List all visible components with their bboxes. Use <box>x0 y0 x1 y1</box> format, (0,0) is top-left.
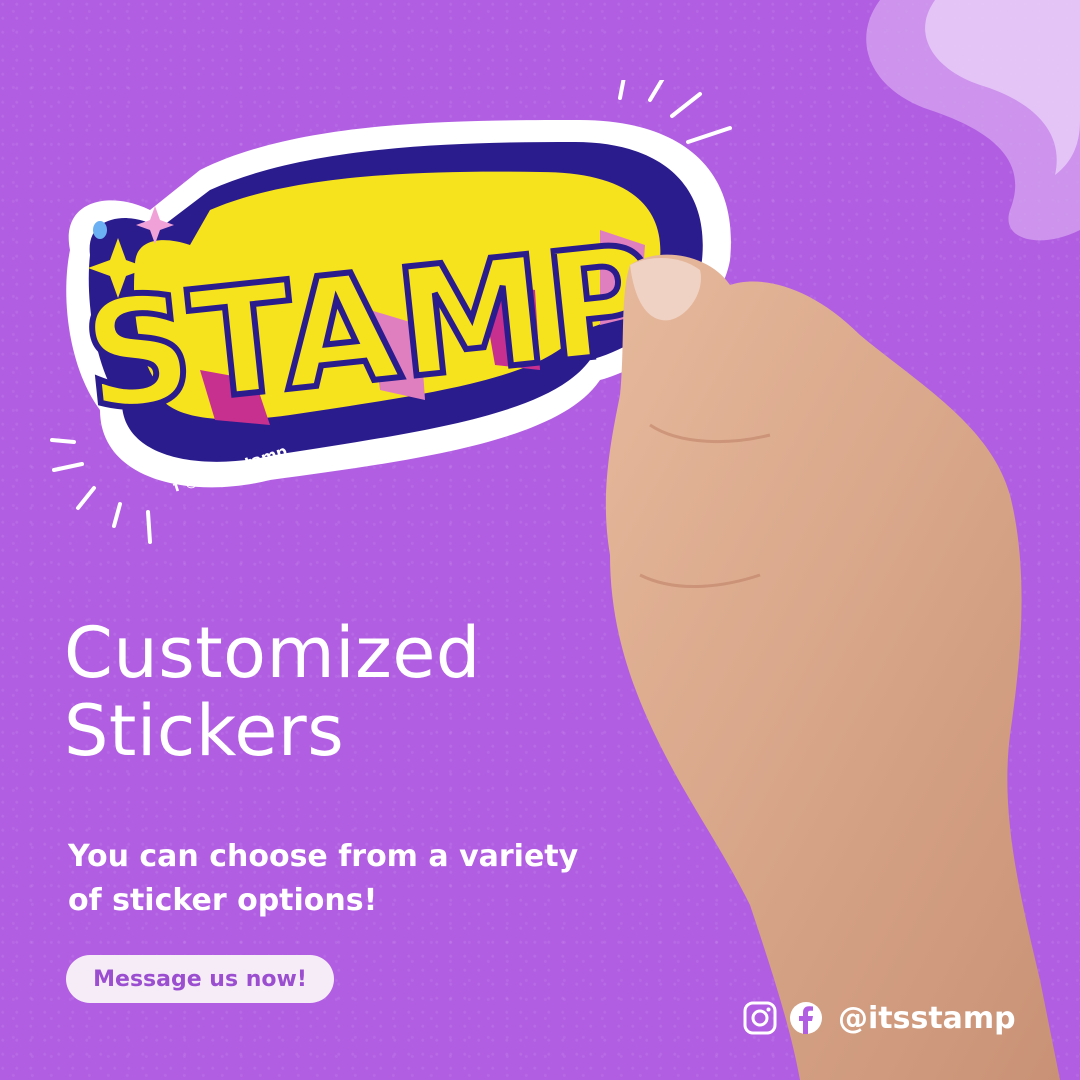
facebook-icon[interactable] <box>788 1000 824 1036</box>
subtitle-text: You can choose from a variety of sticker… <box>68 839 579 918</box>
headline: Customized Stickers <box>64 614 481 770</box>
instagram-icon[interactable] <box>742 1000 778 1036</box>
social-handle-row: @itsstamp <box>742 998 1016 1038</box>
hand-illustration <box>605 254 1060 1080</box>
social-handle[interactable]: @itsstamp <box>838 1001 1016 1036</box>
headline-line-2: Stickers <box>64 690 345 772</box>
headline-line-1: Customized <box>64 612 481 694</box>
swirl-decoration <box>866 0 1080 241</box>
message-us-button[interactable]: Message us now! <box>66 955 334 1003</box>
